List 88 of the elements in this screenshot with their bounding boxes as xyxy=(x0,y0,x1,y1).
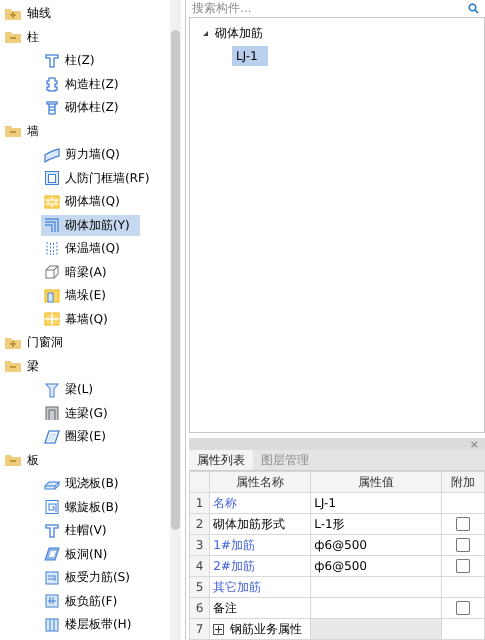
brick-icon xyxy=(44,288,60,304)
slab-icon xyxy=(44,616,60,633)
row-number: 5 xyxy=(190,576,210,598)
column-icon xyxy=(44,52,60,69)
dashed-lines-icon xyxy=(44,240,60,257)
folder-icon[interactable] xyxy=(4,30,22,44)
parallelogram-icon xyxy=(44,546,60,562)
checkbox[interactable] xyxy=(456,538,470,552)
checkbox[interactable] xyxy=(456,559,470,574)
tree-item[interactable]: 墙垛(E) xyxy=(41,285,116,306)
column-header: 属性值 xyxy=(310,472,442,492)
expand-icon[interactable] xyxy=(213,624,224,634)
column-header: 属性名称 xyxy=(210,472,311,492)
tree-item[interactable]: 板受力筋(S) xyxy=(41,567,140,588)
frame-icon xyxy=(44,170,60,186)
category-label[interactable]: 门窗洞 xyxy=(27,334,63,352)
tree-item[interactable]: 人防门框墙(RF) xyxy=(41,168,160,189)
table-cell[interactable]: L-1形 xyxy=(310,514,442,534)
folder-icon[interactable] xyxy=(4,359,22,374)
table-cell[interactable] xyxy=(310,576,442,598)
folder-icon[interactable] xyxy=(4,6,22,21)
tree-item[interactable]: 砌体加筋(Y) xyxy=(41,214,140,236)
spiral-icon xyxy=(44,499,60,516)
column-icon xyxy=(44,522,60,539)
table-cell: 名称 xyxy=(210,492,311,514)
rebar-icon xyxy=(44,570,60,586)
table-cell: 备注 xyxy=(210,598,311,618)
category-label[interactable]: 柱 xyxy=(27,28,39,46)
tree-item[interactable]: 现浇板(B) xyxy=(41,473,129,494)
brick-icon xyxy=(44,194,60,210)
wall-icon xyxy=(44,146,60,163)
panel-tab[interactable]: 属性列表 xyxy=(189,450,253,470)
group-label: 钢筋业务属性 xyxy=(230,620,302,638)
tree-item[interactable]: 螺旋板(B) xyxy=(41,496,129,518)
tree-item[interactable]: 保温墙(Q) xyxy=(41,238,130,260)
category-label[interactable]: 板 xyxy=(27,452,39,469)
tree-item[interactable]: 构造柱(Z) xyxy=(41,74,129,95)
category-label[interactable]: 墙 xyxy=(27,122,39,140)
checkbox[interactable] xyxy=(456,517,470,532)
rebar-icon xyxy=(44,593,60,610)
row-number: 2 xyxy=(190,514,210,534)
tree-item[interactable]: 幕墙(Q) xyxy=(41,308,118,330)
tree-item[interactable]: 梁(L) xyxy=(41,379,104,400)
checkbox[interactable] xyxy=(456,601,470,616)
tree-item[interactable]: 连梁(G) xyxy=(41,402,118,424)
grid-icon xyxy=(44,311,60,328)
table-cell: 2#加筋 xyxy=(210,556,311,576)
tree-item[interactable]: 暗梁(A) xyxy=(41,262,117,283)
frame-icon xyxy=(44,405,60,422)
parallelogram-icon xyxy=(44,428,60,445)
table-cell[interactable]: LJ-1 xyxy=(310,492,442,514)
row-number: 7 xyxy=(190,618,210,640)
collapse-arrow-icon[interactable] xyxy=(202,30,209,38)
scrollbar-thumb[interactable] xyxy=(171,30,180,530)
beam-icon xyxy=(44,382,60,398)
table-cell: 其它加筋 xyxy=(210,576,311,598)
category-label[interactable]: 轴线 xyxy=(27,5,51,22)
group-label[interactable]: 砌体加筋 xyxy=(215,25,263,42)
column-icon xyxy=(44,76,60,92)
row-number: 1 xyxy=(190,492,210,514)
tree-item[interactable]: 板负筋(F) xyxy=(41,590,128,612)
search-field[interactable]: 搜索构件... xyxy=(192,1,432,16)
tree-item[interactable]: 剪力墙(Q) xyxy=(41,144,130,166)
tree-item[interactable]: 圈梁(E) xyxy=(41,426,116,448)
tree-item[interactable]: 楼层板带(H) xyxy=(41,614,142,636)
box-icon xyxy=(44,264,60,280)
table-cell[interactable]: ф6@500 xyxy=(310,556,442,576)
folder-icon[interactable] xyxy=(4,124,22,138)
tree-item[interactable]: 砌体墙(Q) xyxy=(41,191,130,212)
row-number: 6 xyxy=(190,598,210,618)
tree-item[interactable]: 柱(Z) xyxy=(41,50,105,72)
instance-item[interactable]: LJ-1 xyxy=(232,46,268,66)
category-label[interactable]: 梁 xyxy=(27,358,39,375)
table-cell[interactable]: ф6@500 xyxy=(310,534,442,556)
tree-item[interactable]: 砌体柱(Z) xyxy=(41,97,129,118)
column-icon xyxy=(44,100,60,116)
search-icon[interactable] xyxy=(468,2,479,14)
table-cell: 1#加筋 xyxy=(210,534,311,556)
rebar-icon xyxy=(44,217,60,234)
row-number: 4 xyxy=(190,556,210,576)
tree-item[interactable]: 柱帽(V) xyxy=(41,520,117,542)
table-cell: 砌体加筋形式 xyxy=(210,514,311,534)
column-header: 附加 xyxy=(441,472,484,492)
row-number: 3 xyxy=(190,534,210,556)
tree-item[interactable]: 板洞(N) xyxy=(41,544,118,565)
scrollbar[interactable] xyxy=(170,0,181,640)
folder-icon[interactable] xyxy=(4,336,22,350)
folder-icon[interactable] xyxy=(4,453,22,468)
